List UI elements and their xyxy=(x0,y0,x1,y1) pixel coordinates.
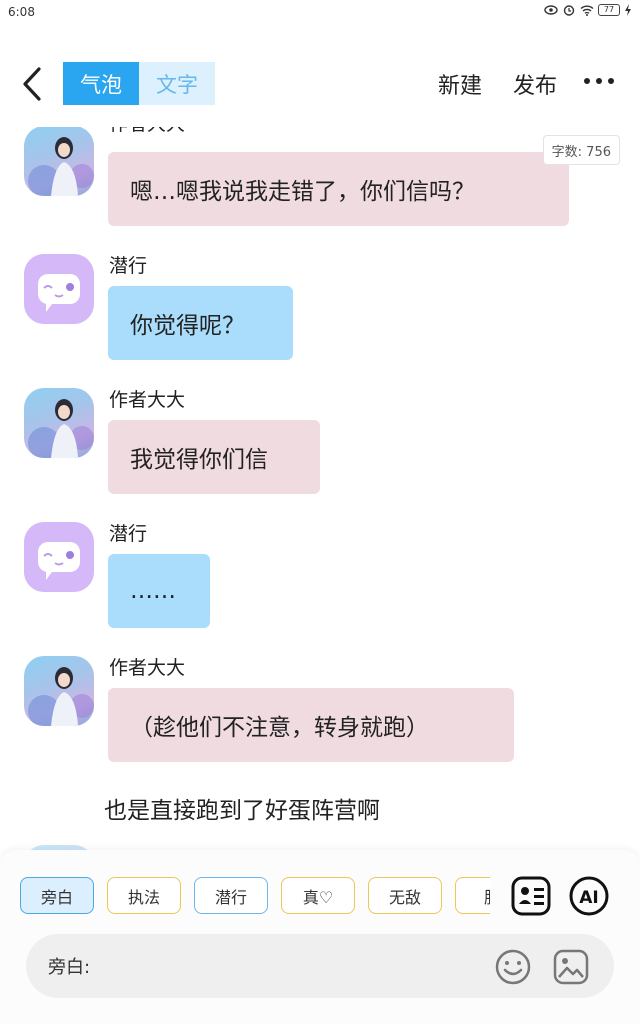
portrait-image xyxy=(28,137,94,196)
image-icon[interactable] xyxy=(552,948,590,986)
avatar-mask[interactable] xyxy=(24,522,94,592)
message-bubble[interactable]: …… xyxy=(108,554,210,628)
word-count-badge: 字数: 756 xyxy=(542,135,620,165)
svg-text:AI: AI xyxy=(579,888,598,908)
speaker-name: 作者大大 xyxy=(109,657,186,679)
new-button[interactable]: 新建 xyxy=(438,68,482,100)
mask-icon xyxy=(38,542,80,580)
input-role-prefix: 旁白: xyxy=(48,957,91,978)
status-time: 6:08 xyxy=(8,5,35,19)
message-input[interactable] xyxy=(106,948,486,984)
back-arrow-icon[interactable] xyxy=(18,66,48,102)
mask-icon xyxy=(38,274,80,312)
wifi-icon xyxy=(580,5,594,16)
role-chip-narrator[interactable]: 旁白 xyxy=(20,877,94,914)
battery-icon: 77 xyxy=(598,4,620,16)
avatar-author[interactable] xyxy=(24,656,94,726)
speaker-name: 作者大大 xyxy=(109,127,185,136)
publish-button[interactable]: 发布 xyxy=(513,68,557,100)
tab-text[interactable]: 文字 xyxy=(139,62,215,105)
role-chip[interactable]: 真♡ xyxy=(281,877,355,914)
speaker-name: 作者大大 xyxy=(109,389,186,411)
chat-area[interactable]: 字数: 756 作者大大 嗯…嗯我说我走错了，你们信吗？ 潜行 xyxy=(0,127,640,850)
input-panel: 旁白 执法 潜行 真♡ 无敌 肥 AI 旁白: xyxy=(0,850,640,1024)
message-bubble[interactable]: 嗯…嗯我说我走错了，你们信吗？ xyxy=(108,152,569,226)
more-icon[interactable] xyxy=(584,76,614,86)
role-chip[interactable]: 无敌 xyxy=(368,877,442,914)
ai-icon[interactable]: AI xyxy=(569,876,609,916)
eye-icon xyxy=(544,5,558,15)
avatar-author[interactable] xyxy=(24,388,94,458)
header: 气泡 文字 新建 发布 xyxy=(0,50,640,122)
emoji-icon[interactable] xyxy=(494,948,532,986)
charging-icon xyxy=(625,4,631,16)
status-bar: 6:08 77 xyxy=(0,0,640,26)
portrait-image xyxy=(28,399,94,458)
mode-switch: 气泡 文字 xyxy=(63,62,215,105)
narration-text[interactable]: 也是直接跑到了好蛋阵营啊 xyxy=(104,791,380,825)
tab-bubble[interactable]: 气泡 xyxy=(63,62,139,105)
speaker-name: 潜行 xyxy=(109,255,148,277)
role-chip[interactable]: 执法 xyxy=(107,877,181,914)
alarm-icon xyxy=(563,5,575,16)
message-bubble[interactable]: 你觉得呢？ xyxy=(108,286,293,360)
role-chips: 旁白 执法 潜行 真♡ 无敌 肥 xyxy=(20,877,490,915)
contacts-icon[interactable] xyxy=(511,876,551,916)
avatar-author[interactable] xyxy=(24,127,94,196)
portrait-image xyxy=(28,667,94,726)
speaker-name: 潜行 xyxy=(109,523,148,545)
message-bubble[interactable]: 我觉得你们信 xyxy=(108,420,320,494)
role-chip[interactable]: 肥 xyxy=(455,877,490,914)
message-bubble[interactable]: （趁他们不注意，转身就跑） xyxy=(108,688,514,762)
role-chip[interactable]: 潜行 xyxy=(194,877,268,914)
avatar-mask[interactable] xyxy=(24,254,94,324)
status-icons: 77 xyxy=(544,4,632,16)
input-bar: 旁白: xyxy=(26,934,614,998)
